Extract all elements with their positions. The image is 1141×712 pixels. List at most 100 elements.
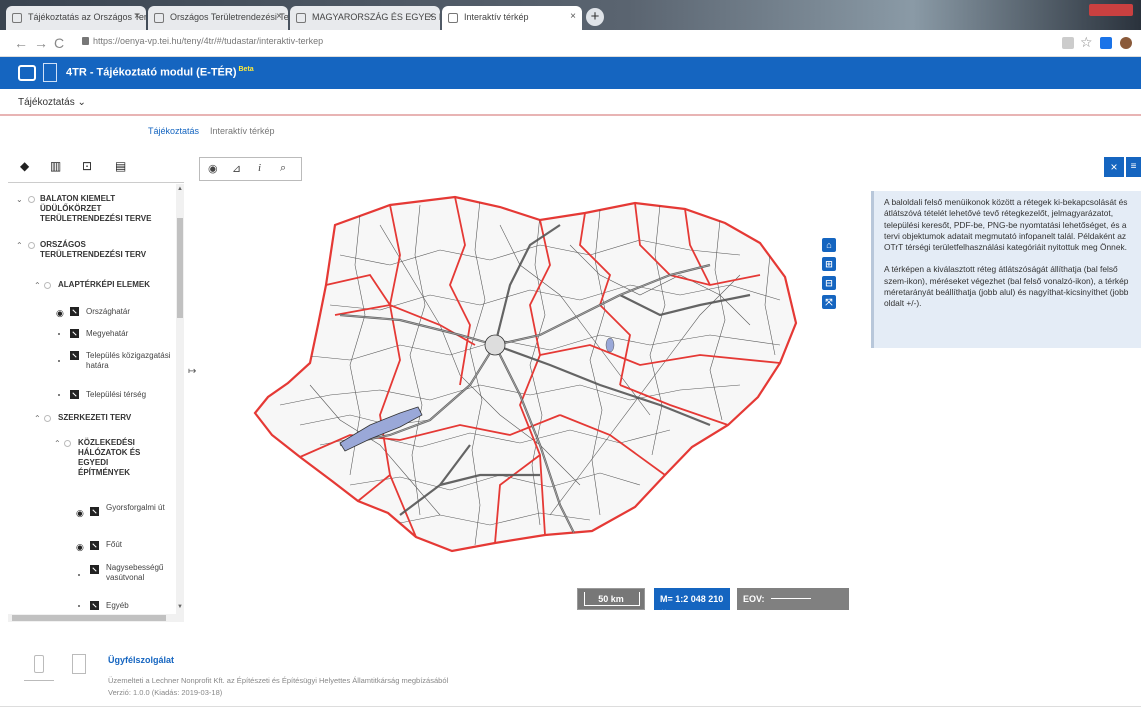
panel-menu-button[interactable]: ≡ — [1126, 157, 1141, 177]
tree-node[interactable]: ⌃ ALAPTÉRKÉPI ELEMEK — [34, 280, 174, 294]
window-controls[interactable] — [1089, 4, 1133, 16]
tree-node[interactable]: ⌃ SZERKEZETI TERV — [34, 413, 174, 427]
chevron-down-icon: ⌄ — [77, 97, 86, 108]
browser-tab[interactable]: MAGYARORSZÁG ÉS EGYES KIE... × — [290, 6, 440, 30]
close-icon[interactable]: × — [428, 11, 434, 22]
layer-checkbox[interactable] — [90, 507, 99, 516]
layer-item[interactable]: Nagysebességű vasútvonal — [76, 562, 176, 586]
tab-tajekoztatas[interactable]: Tájékoztatás — [148, 126, 199, 136]
eye-icon[interactable]: ◉ — [76, 542, 84, 553]
logo — [43, 63, 57, 82]
chevron-down-icon: ⌄ — [660, 604, 668, 614]
home-icon[interactable] — [18, 65, 36, 81]
avatar[interactable] — [1120, 37, 1132, 49]
forward-icon[interactable]: → — [34, 35, 48, 51]
app-title-text: 4TR - Tájékoztató modul (E-TÉR) — [66, 66, 237, 79]
tree-node-label: ALAPTÉRKÉPI ELEMEK — [58, 280, 151, 289]
beta-badge: Beta — [238, 66, 254, 73]
layer-checkbox[interactable] — [90, 565, 99, 574]
layer-item[interactable]: Egyéb — [76, 600, 176, 614]
country-area — [253, 195, 798, 553]
layer-checkbox[interactable] — [90, 541, 99, 550]
info-panel: A baloldali felső menüikonok között a ré… — [871, 191, 1141, 348]
extension-icon[interactable] — [1100, 37, 1112, 49]
layer-checkbox[interactable] — [90, 601, 99, 610]
browser-tab-bar: Tájékoztatás az Országos Terüle... × Ors… — [0, 0, 1141, 30]
layer-item[interactable]: ◉ Gyorsforgalmi út — [76, 502, 176, 526]
search-place-icon[interactable]: ⊡ — [82, 159, 92, 173]
layer-checkbox[interactable] — [70, 329, 79, 338]
layer-checkbox[interactable] — [70, 390, 79, 399]
zoom-out-button[interactable]: ⊟ — [822, 276, 836, 290]
tree-node-label: SZERKEZETI TERV — [58, 413, 132, 422]
translate-icon[interactable] — [1062, 37, 1074, 49]
lock-icon — [82, 37, 89, 45]
bullet-icon — [58, 360, 60, 362]
layer-label: Egyéb — [106, 601, 129, 610]
fullscreen-button[interactable]: ⤧ — [822, 295, 836, 309]
layer-item[interactable]: ◉ Főút — [76, 540, 176, 554]
chevron-up-icon[interactable]: ⌃ — [16, 241, 23, 250]
reload-icon[interactable]: C — [54, 35, 64, 51]
layer-checkbox[interactable] — [70, 351, 79, 360]
scroll-down-icon[interactable]: ▼ — [177, 604, 183, 610]
map-canvas[interactable] — [240, 185, 820, 595]
tree-node-label: ORSZÁGOS TERÜLETRENDEZÉSI TERV — [40, 240, 147, 259]
tree-node[interactable]: ⌃ ORSZÁGOS TERÜLETRENDEZÉSI TERV — [16, 240, 176, 268]
layer-item[interactable]: Település közigazgatási határa — [56, 350, 176, 374]
visibility-toggle[interactable] — [44, 415, 51, 422]
support-link[interactable]: Ügyfélszolgálat — [108, 655, 174, 665]
back-icon[interactable]: ← — [14, 35, 28, 51]
ruler-icon[interactable]: ⊿ — [232, 162, 241, 175]
chevron-up-icon[interactable]: ⌃ — [54, 439, 61, 448]
scale-select[interactable]: M= 1:2 048 210 ⌄ — [654, 588, 730, 614]
visibility-toggle[interactable] — [64, 440, 71, 447]
layer-checkbox[interactable] — [70, 307, 79, 316]
tree-scrollbar[interactable]: ▲ ▼ — [176, 184, 184, 614]
browser-tab[interactable]: Tájékoztatás az Országos Terüle... × — [6, 6, 146, 30]
collapse-panel-icon[interactable]: ↦ — [188, 366, 196, 377]
eye-icon[interactable]: ◉ — [208, 162, 218, 175]
search-icon[interactable]: ⌕ — [280, 162, 286, 175]
close-icon[interactable]: × — [570, 11, 576, 22]
eov-label: EOV: — [743, 594, 765, 604]
browser-tab[interactable]: Országos Területrendezési Terv... × — [148, 6, 288, 30]
zoom-in-button[interactable]: ⊞ — [822, 257, 836, 271]
layer-item[interactable]: Települési térség — [56, 389, 176, 403]
lake-velence — [605, 337, 615, 353]
layers-icon[interactable]: ◆ — [20, 159, 29, 173]
new-tab-button[interactable]: + — [586, 8, 604, 26]
layer-label: Főút — [106, 540, 123, 549]
page-icon — [12, 13, 22, 23]
tree-node[interactable]: ⌃ KÖZLEKEDÉSI HÁLÓZATOK ÉS EGYEDI ÉPÍTMÉ… — [54, 438, 174, 488]
visibility-toggle[interactable] — [28, 242, 35, 249]
info-paragraph: A baloldali felső menüikonok között a ré… — [884, 197, 1128, 253]
close-icon[interactable]: × — [134, 11, 140, 22]
tab-interaktiv-terkep[interactable]: Interaktív térkép — [210, 126, 275, 136]
browser-tab-active[interactable]: Interaktív térkép × — [442, 6, 582, 30]
star-icon[interactable]: ☆ — [1080, 34, 1093, 51]
chevron-down-icon[interactable]: ⌄ — [16, 195, 23, 204]
legend-icon[interactable]: ▥ — [50, 159, 61, 173]
visibility-toggle[interactable] — [28, 196, 35, 203]
home-extent-button[interactable]: ⌂ — [822, 238, 836, 252]
chevron-up-icon[interactable]: ⌃ — [34, 281, 41, 290]
info-icon[interactable]: i — [258, 162, 261, 174]
chevron-up-icon[interactable]: ⌃ — [34, 414, 41, 423]
scrollbar-thumb[interactable] — [177, 218, 183, 318]
close-panel-button[interactable]: × — [1104, 157, 1124, 177]
layer-item[interactable]: Megyehatár — [56, 328, 176, 342]
close-icon[interactable]: × — [276, 11, 282, 22]
visibility-toggle[interactable] — [44, 282, 51, 289]
scrollbar-thumb[interactable] — [12, 615, 166, 621]
tree-hscrollbar[interactable] — [8, 614, 184, 622]
eye-icon[interactable]: ◉ — [56, 308, 64, 319]
layer-item[interactable]: ◉ Országhatár — [56, 306, 176, 320]
print-icon[interactable]: ▤ — [115, 159, 126, 173]
menu-tajekoztatas[interactable]: Tájékoztatás ⌄ — [18, 97, 86, 108]
footer-operator: Üzemelteti a Lechner Nonprofit Kft. az É… — [108, 676, 449, 685]
tree-node[interactable]: ⌄ BALATON KIEMELT ÜDÜLŐKÖRZET TERÜLETREN… — [16, 194, 176, 234]
scroll-up-icon[interactable]: ▲ — [177, 186, 183, 192]
eye-icon[interactable]: ◉ — [76, 508, 84, 519]
url-field[interactable]: https://oenya-vp.tei.hu/teny/4tr/#/tudas… — [82, 36, 902, 52]
